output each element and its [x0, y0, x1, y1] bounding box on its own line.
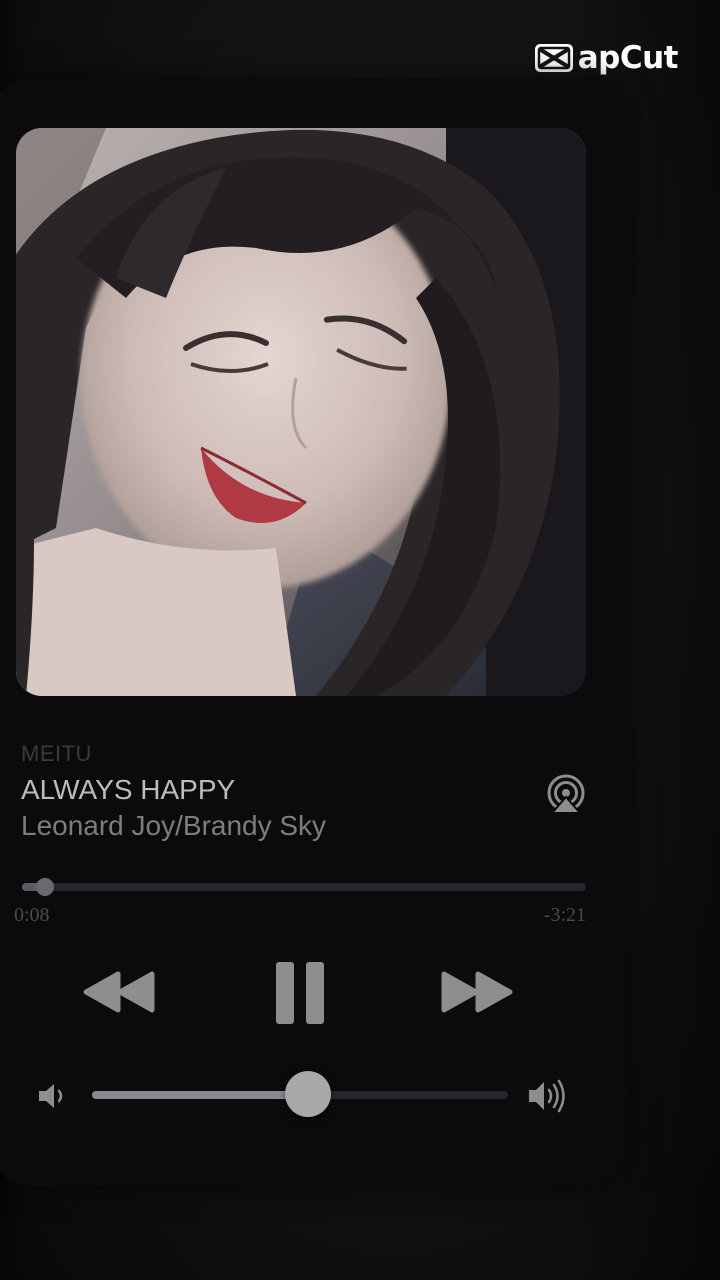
- volume-high-icon: [529, 1079, 565, 1113]
- fast-forward-icon: [441, 971, 513, 1013]
- elapsed-time: 0:08: [14, 904, 50, 926]
- track-source-label: MEITU: [21, 741, 92, 766]
- pause-icon: [276, 962, 324, 1024]
- volume-fill: [92, 1091, 309, 1099]
- album-artwork: [16, 128, 586, 696]
- volume-low-icon: [39, 1084, 63, 1108]
- fast-forward-button[interactable]: [440, 970, 514, 1014]
- progress-scrubber[interactable]: [35, 878, 54, 896]
- album-art-portrait: [16, 128, 586, 696]
- capcut-logo-icon: [534, 44, 573, 72]
- progress-bar[interactable]: [22, 878, 586, 896]
- pause-button[interactable]: [274, 960, 326, 1026]
- track-title: ALWAYS HAPPY: [21, 774, 236, 805]
- track-artist: Leonard Joy/Brandy Sky: [21, 810, 327, 841]
- remaining-time: -3:21: [543, 904, 586, 926]
- watermark-text: apCut: [577, 39, 679, 76]
- airplay-icon[interactable]: [544, 773, 588, 815]
- capcut-watermark: apCut: [532, 39, 679, 76]
- rewind-button[interactable]: [82, 970, 156, 1014]
- rewind-icon: [83, 971, 155, 1013]
- volume-knob[interactable]: [285, 1071, 332, 1117]
- volume-slider[interactable]: [92, 1071, 508, 1117]
